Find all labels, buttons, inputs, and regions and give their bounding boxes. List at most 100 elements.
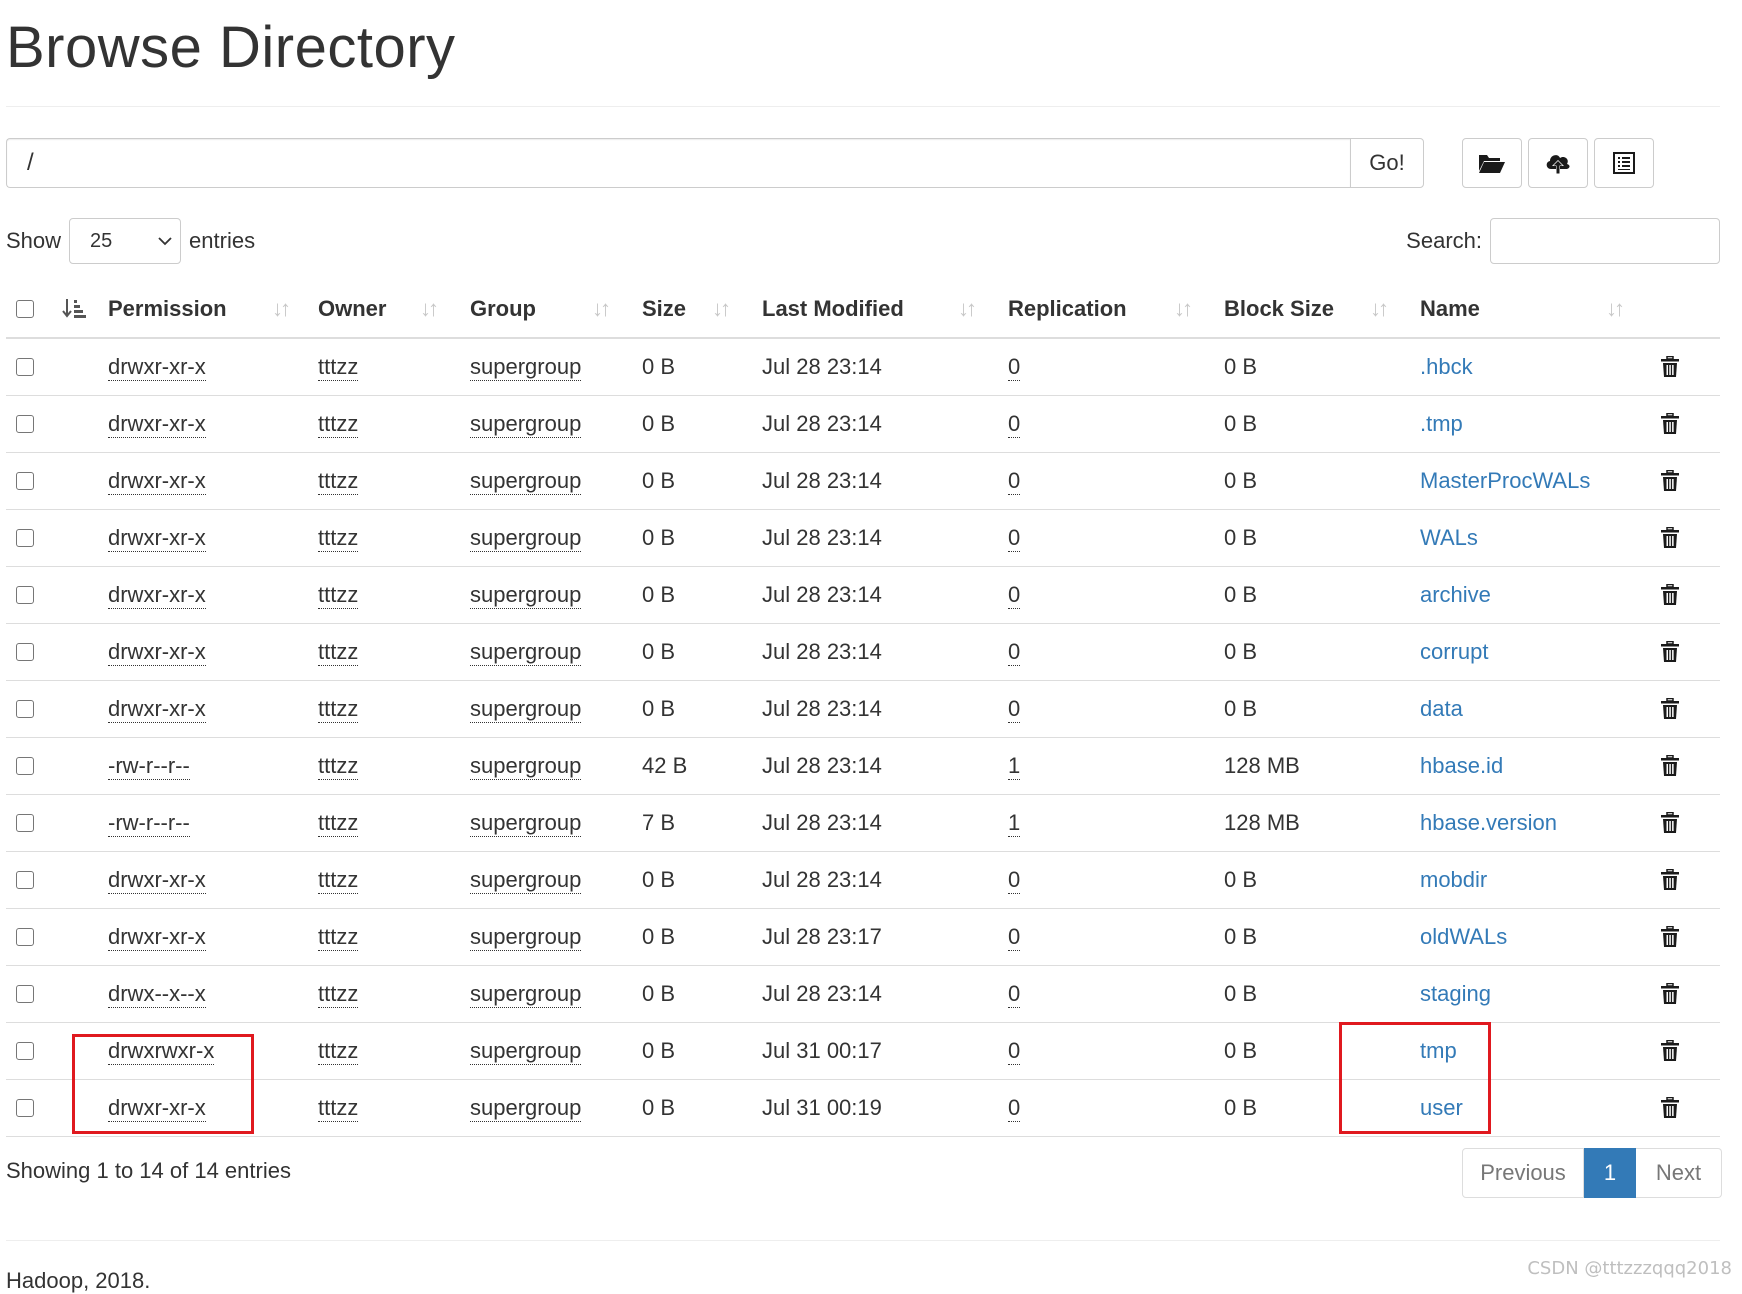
row-checkbox[interactable] [16,586,34,604]
group-value[interactable]: supergroup [470,354,582,381]
permission-value[interactable]: drwxr-xr-x [108,1095,206,1122]
previous-page-button[interactable]: Previous [1462,1148,1584,1198]
group-value[interactable]: supergroup [470,525,582,552]
replication-value[interactable]: 0 [1008,354,1021,381]
group-value[interactable]: supergroup [470,468,582,495]
row-checkbox[interactable] [16,700,34,718]
header-permission[interactable]: Permission [108,280,227,337]
delete-button[interactable] [1658,681,1682,737]
replication-value[interactable]: 1 [1008,753,1021,780]
group-value[interactable]: supergroup [470,753,582,780]
row-checkbox[interactable] [16,871,34,889]
delete-button[interactable] [1658,852,1682,908]
file-name-link[interactable]: archive [1420,582,1491,608]
owner-value[interactable]: tttzz [318,810,359,837]
file-name-link[interactable]: corrupt [1420,639,1488,665]
permission-value[interactable]: drwxrwxr-x [108,1038,215,1065]
delete-button[interactable] [1658,396,1682,452]
permission-value[interactable]: drwxr-xr-x [108,867,206,894]
header-owner[interactable]: Owner [318,280,386,337]
permission-value[interactable]: drwxr-xr-x [108,924,206,951]
row-checkbox[interactable] [16,1099,34,1117]
group-value[interactable]: supergroup [470,1038,582,1065]
file-name-link[interactable]: mobdir [1420,867,1487,893]
owner-value[interactable]: tttzz [318,639,359,666]
permission-value[interactable]: -rw-r--r-- [108,753,190,780]
row-checkbox[interactable] [16,985,34,1003]
replication-value[interactable]: 1 [1008,810,1021,837]
owner-value[interactable]: tttzz [318,981,359,1008]
cut-paste-button[interactable] [1594,138,1654,188]
group-value[interactable]: supergroup [470,411,582,438]
owner-value[interactable]: tttzz [318,525,359,552]
replication-value[interactable]: 0 [1008,525,1021,552]
replication-value[interactable]: 0 [1008,867,1021,894]
search-input[interactable] [1490,218,1720,264]
owner-value[interactable]: tttzz [318,582,359,609]
replication-value[interactable]: 0 [1008,1038,1021,1065]
owner-value[interactable]: tttzz [318,1095,359,1122]
delete-button[interactable] [1658,567,1682,623]
delete-button[interactable] [1658,624,1682,680]
next-page-button[interactable]: Next [1636,1148,1722,1198]
replication-value[interactable]: 0 [1008,696,1021,723]
owner-value[interactable]: tttzz [318,411,359,438]
header-block-size[interactable]: Block Size [1224,280,1334,337]
file-name-link[interactable]: user [1420,1095,1463,1121]
owner-value[interactable]: tttzz [318,354,359,381]
permission-value[interactable]: drwxr-xr-x [108,411,206,438]
row-checkbox[interactable] [16,472,34,490]
row-checkbox[interactable] [16,643,34,661]
replication-value[interactable]: 0 [1008,468,1021,495]
row-checkbox[interactable] [16,1042,34,1060]
permission-value[interactable]: drwxr-xr-x [108,582,206,609]
header-size[interactable]: Size [642,280,686,337]
group-value[interactable]: supergroup [470,1095,582,1122]
row-checkbox[interactable] [16,415,34,433]
permission-value[interactable]: drwxr-xr-x [108,525,206,552]
sort-indicator-cell[interactable] [62,280,90,337]
file-name-link[interactable]: oldWALs [1420,924,1507,950]
file-name-link[interactable]: WALs [1420,525,1478,551]
owner-value[interactable]: tttzz [318,753,359,780]
go-button[interactable]: Go! [1350,138,1424,188]
owner-value[interactable]: tttzz [318,468,359,495]
group-value[interactable]: supergroup [470,639,582,666]
replication-value[interactable]: 0 [1008,981,1021,1008]
delete-button[interactable] [1658,738,1682,794]
delete-button[interactable] [1658,795,1682,851]
permission-value[interactable]: drwxr-xr-x [108,468,206,495]
delete-button[interactable] [1658,510,1682,566]
delete-button[interactable] [1658,1080,1682,1136]
path-input[interactable]: / [6,138,1350,188]
replication-value[interactable]: 0 [1008,411,1021,438]
replication-value[interactable]: 0 [1008,924,1021,951]
header-name[interactable]: Name [1420,280,1480,337]
header-group[interactable]: Group [470,280,536,337]
permission-value[interactable]: drwxr-xr-x [108,639,206,666]
upload-button[interactable] [1528,138,1588,188]
page-1-button[interactable]: 1 [1584,1148,1636,1198]
group-value[interactable]: supergroup [470,924,582,951]
delete-button[interactable] [1658,966,1682,1022]
file-name-link[interactable]: hbase.id [1420,753,1503,779]
owner-value[interactable]: tttzz [318,1038,359,1065]
create-directory-button[interactable] [1462,138,1522,188]
delete-button[interactable] [1658,339,1682,395]
file-name-link[interactable]: data [1420,696,1463,722]
replication-value[interactable]: 0 [1008,582,1021,609]
row-checkbox[interactable] [16,814,34,832]
group-value[interactable]: supergroup [470,810,582,837]
replication-value[interactable]: 0 [1008,1095,1021,1122]
file-name-link[interactable]: .hbck [1420,354,1473,380]
file-name-link[interactable]: .tmp [1420,411,1463,437]
header-last-modified[interactable]: Last Modified [762,280,904,337]
row-checkbox[interactable] [16,358,34,376]
row-checkbox[interactable] [16,529,34,547]
group-value[interactable]: supergroup [470,582,582,609]
select-all-checkbox[interactable] [16,299,34,318]
file-name-link[interactable]: staging [1420,981,1491,1007]
row-checkbox[interactable] [16,928,34,946]
replication-value[interactable]: 0 [1008,639,1021,666]
owner-value[interactable]: tttzz [318,924,359,951]
